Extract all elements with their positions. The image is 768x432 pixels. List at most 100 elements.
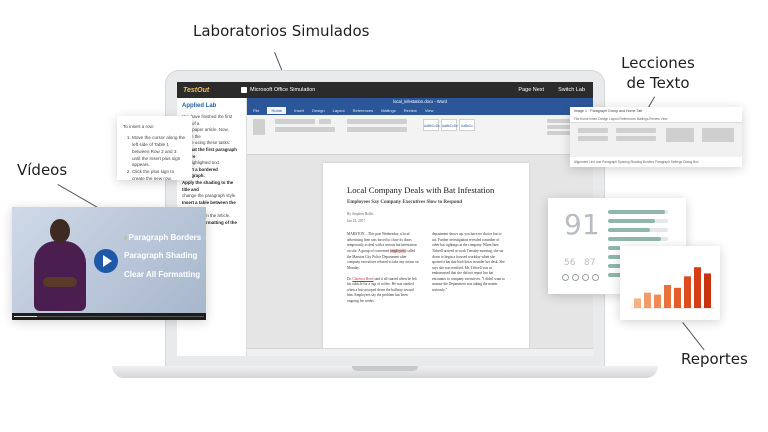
chevron-right-icon: › xyxy=(124,233,127,242)
instruction-step: Click the plus sign to create the new ro… xyxy=(132,169,186,183)
score-dot xyxy=(582,274,589,281)
score-small-number-2: 87 xyxy=(584,258,596,268)
callout-simulated-labs: Laboratorios Simulados xyxy=(193,22,370,40)
tab-references[interactable]: References xyxy=(353,108,373,113)
document-title: Local Company Deals with Bat Infestation xyxy=(347,185,495,195)
play-icon[interactable] xyxy=(94,249,118,273)
tab-insert[interactable]: Insert xyxy=(294,108,304,113)
document-subtitle: Employees Say Company Executives Slow to… xyxy=(347,200,463,206)
tab-design[interactable]: Design xyxy=(312,108,324,113)
tab-layout[interactable]: Layout xyxy=(333,108,345,113)
video-control-bar xyxy=(12,313,206,320)
style-no-spacing[interactable]: AaBbCcDc xyxy=(441,119,458,131)
ribbon-control xyxy=(666,128,694,142)
app-top-bar: TestOut Microsoft Office Simulation Page… xyxy=(177,82,593,98)
text-lesson-title: Image 1 · Paragraph Group and Home Tab xyxy=(570,107,742,115)
switch-lab-button[interactable]: Switch Lab xyxy=(558,87,585,93)
text-lesson-tabs: File Home Insert Design Layout Reference… xyxy=(570,115,742,123)
callout-text-lessons: Lecciones de Texto xyxy=(616,53,700,94)
score-dot xyxy=(592,274,599,281)
score-big-number: 91 xyxy=(564,208,600,241)
score-bar-track xyxy=(608,228,668,232)
laptop-screen: TestOut Microsoft Office Simulation Page… xyxy=(177,82,593,356)
video-topic-label: Clear All Formatting xyxy=(124,269,201,279)
ribbon-control xyxy=(578,128,608,133)
presenter-body xyxy=(34,241,86,311)
ribbon-toolbar: AaBbCcDc AaBbCcDc AaBbCc xyxy=(247,115,593,155)
tab-view[interactable]: View xyxy=(425,108,434,113)
lab-task[interactable]: Apply the shading to the title and xyxy=(182,180,241,193)
tab-home[interactable]: Home xyxy=(267,107,287,114)
alignment-buttons[interactable] xyxy=(347,127,407,132)
ribbon-control xyxy=(616,136,656,141)
ribbon-tabs: File Home Insert Design Layout Reference… xyxy=(247,106,593,115)
chart-column xyxy=(664,284,671,308)
video-topic-label: Paragraph Borders xyxy=(128,233,202,242)
highlighted-text: employees xyxy=(390,248,406,253)
score-bar-fill xyxy=(608,228,650,232)
laptop-frame: TestOut Microsoft Office Simulation Page… xyxy=(165,70,605,368)
article-columns: MARSTON – This past Wednesday, a local a… xyxy=(347,232,505,304)
text-lesson-legend: Alignment Line and Paragraph Spacing Sha… xyxy=(570,157,742,167)
tab-mailings[interactable]: Mailings xyxy=(381,108,396,113)
chart-column xyxy=(704,273,711,308)
presenter-head xyxy=(50,219,70,243)
video-topic-list: › Paragraph Borders Paragraph Shading Cle… xyxy=(124,229,201,284)
video-progress-track[interactable] xyxy=(14,316,204,317)
style-heading[interactable]: AaBbCc xyxy=(459,119,475,131)
callout-text-lessons-line-1: Lecciones xyxy=(621,54,695,72)
lab-line: change the paragraph style. xyxy=(182,193,237,199)
presenter-hands xyxy=(43,277,77,287)
article-column-2: department shows up, you have no choice … xyxy=(432,232,505,292)
tab-review[interactable]: Review xyxy=(404,108,417,113)
testout-logo: TestOut xyxy=(183,86,210,94)
tab-file[interactable]: File xyxy=(253,108,259,113)
document-page[interactable]: Local Company Deals with Bat Infestation… xyxy=(323,163,529,348)
instruction-step: Move the cursor along the left side of T… xyxy=(132,135,186,169)
font-size-select[interactable] xyxy=(319,119,331,124)
document-area: Local Company Deals with Bat Infestation… xyxy=(247,155,593,348)
score-bar-track xyxy=(608,219,668,223)
font-name-select[interactable] xyxy=(275,119,315,124)
score-bar-fill xyxy=(608,237,661,241)
font-format-buttons[interactable] xyxy=(275,127,335,132)
text-lesson-card: Image 1 · Paragraph Group and Home Tab F… xyxy=(570,107,742,167)
report-card-chart xyxy=(620,246,720,320)
video-player[interactable]: › Paragraph Borders Paragraph Shading Cle… xyxy=(12,207,206,320)
chart-column xyxy=(634,298,641,308)
article-column-1: MARSTON – This past Wednesday, a local a… xyxy=(347,232,420,304)
score-dot xyxy=(572,274,579,281)
leader-line-reports xyxy=(682,322,705,351)
chart-column xyxy=(684,276,691,308)
ribbon-control xyxy=(702,128,734,142)
selected-text: Clarence Reed xyxy=(352,276,374,281)
app-actions: Page Next Switch Lab xyxy=(518,87,585,93)
instruction-title: To insert a row: xyxy=(123,124,155,129)
callout-reports: Reportes xyxy=(681,350,748,368)
video-topic: Clear All Formatting xyxy=(124,266,201,284)
document-icon xyxy=(241,87,247,93)
laptop-base xyxy=(112,366,658,378)
word-title-bar: local_infestation.docx - Word xyxy=(247,98,593,106)
status-bar xyxy=(247,348,593,356)
style-normal[interactable]: AaBbCcDc xyxy=(423,119,440,131)
column-chart xyxy=(631,267,714,309)
app-title: Microsoft Office Simulation xyxy=(241,87,315,93)
lab-heading: Applied Lab xyxy=(182,103,217,109)
score-bar-track xyxy=(608,210,668,214)
score-dots xyxy=(562,274,599,281)
document-meta: By Stephen Hollis Jan 23, 2017 xyxy=(347,211,505,224)
video-topic-label: Paragraph Shading xyxy=(124,251,198,261)
page-next-button[interactable]: Page Next xyxy=(518,87,544,93)
paste-icon[interactable] xyxy=(253,119,265,135)
ribbon-control xyxy=(616,128,656,133)
score-bar-fill xyxy=(608,219,655,223)
score-small-number-1: 56 xyxy=(564,258,576,268)
text-lesson-ribbon-image xyxy=(570,123,742,157)
instruction-card: To insert a row: Move the cursor along t… xyxy=(117,116,192,183)
paragraph-buttons[interactable] xyxy=(347,119,407,124)
video-topic: Paragraph Shading xyxy=(124,247,201,265)
score-bar-track xyxy=(608,237,668,241)
score-dot xyxy=(562,274,569,281)
callout-text-lessons-line-2: de Texto xyxy=(626,74,690,93)
